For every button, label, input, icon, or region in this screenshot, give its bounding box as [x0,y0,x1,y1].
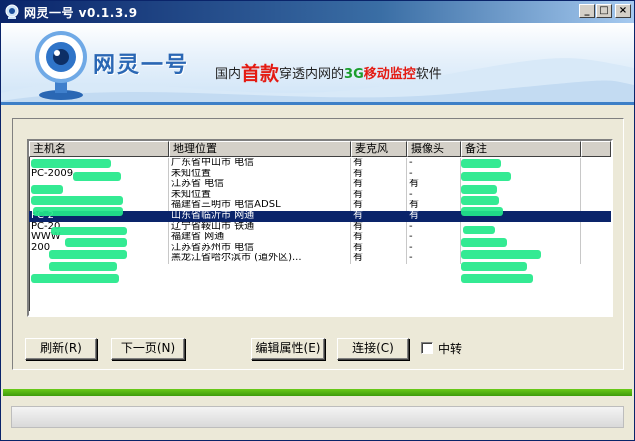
cell-camera: - [407,158,461,169]
redaction-mark [461,274,533,283]
redaction-mark [49,250,127,259]
cell-camera: 有 [407,179,461,190]
minimize-button[interactable]: _ [579,4,595,18]
column-header-note[interactable]: 备注 [461,141,581,157]
app-icon [5,4,19,19]
redaction-mark [73,172,121,181]
window-controls: _ □ × [579,4,631,18]
redaction-mark [461,159,501,168]
redaction-mark [461,185,497,194]
banner-logo-text: 网灵一号 [93,53,190,78]
redaction-mark [461,262,527,271]
connect-button[interactable]: 连接(C) [337,338,409,360]
cell-camera: - [407,232,461,243]
column-header-location[interactable]: 地理位置 [169,141,351,157]
cell-mic: 有 [351,221,407,233]
footer-divider [3,389,632,396]
redaction-mark [65,238,127,247]
banner-slogan: 国内首款穿透内网的3G移动监控软件 [215,59,442,86]
window-title: 网灵一号 v0.1.3.9 [24,5,138,20]
slogan-part-6: 软件 [415,67,442,82]
relay-checkbox[interactable] [421,342,433,354]
main-window: 网灵一号 v0.1.3.9 _ □ × 网灵一号 国内首款穿透内网的3G移动监控… [0,0,635,441]
column-header-mic[interactable]: 麦克风 [351,141,407,157]
slogan-part-3: 穿透内网的 [279,67,345,82]
refresh-button[interactable]: 刷新(R) [25,338,97,360]
cell-filler [581,158,611,169]
cell-location: 黑龙江省哈尔滨市 (道外区)... [169,253,351,264]
cell-location: 未知位置 [169,189,351,201]
cell-camera: - [407,189,461,201]
column-header-camera[interactable]: 摄像头 [407,141,461,157]
cell-location: 广东省中山市 电信 [169,158,351,169]
cell-mic: 有 [351,168,407,180]
cell-camera: 有 [407,210,461,222]
cell-camera: - [407,221,461,233]
cell-location: 江苏省 电信 [169,179,351,190]
cell-filler [581,232,611,243]
redaction-mark [31,274,119,283]
cell-filler [581,169,611,180]
redaction-mark [461,207,503,216]
list-header: 主机名 地理位置 麦克风 摄像头 备注 [29,141,611,157]
next-page-button[interactable]: 下一页(N) [111,338,185,360]
title-bar[interactable]: 网灵一号 v0.1.3.9 _ □ × [1,1,634,23]
cell-filler [581,179,611,190]
cell-mic: 有 [351,232,407,243]
slogan-part-2: 首款 [241,63,280,85]
maximize-button[interactable]: □ [596,4,612,18]
redaction-mark [31,196,123,205]
cell-location: 江苏省苏州市 电信 [169,242,351,254]
close-button[interactable]: × [615,4,631,18]
cell-mic: 有 [351,200,407,211]
banner: 网灵一号 国内首款穿透内网的3G移动监控软件 [1,23,634,105]
redaction-mark [461,250,541,259]
cell-camera: - [407,242,461,254]
status-bar [11,406,624,428]
cell-mic: 有 [351,242,407,254]
cell-location: 辽宁省鞍山市 铁通 [169,221,351,233]
cell-mic: 有 [351,253,407,264]
column-header-filler [581,141,611,157]
cell-filler [581,190,611,201]
slogan-part-5: 移动监控 [363,67,416,82]
cell-mic: 有 [351,158,407,169]
slogan-part-4: 3G [344,67,364,82]
redaction-mark [461,196,499,205]
list-bottom-edge [29,311,611,315]
cell-camera: 有 [407,200,461,211]
cell-location: 山东省临沂市 网通 [169,210,351,222]
webcam-logo-icon [35,31,87,100]
cell-camera: - [407,168,461,180]
table-row[interactable]: 广东省中山市 电信有 - [29,158,611,169]
cell-camera: - [407,253,461,264]
cell-filler [581,211,611,222]
cell-location: 未知位置 [169,168,351,180]
relay-checkbox-label: 中转 [438,342,463,356]
cell-filler [581,243,611,254]
redaction-mark [49,262,117,271]
cell-location: 福建省三明市 电信ADSL [169,200,351,211]
redaction-mark [51,227,127,235]
cell-mic: 有 [351,189,407,201]
redaction-mark [461,238,507,247]
cell-mic: 有 [351,179,407,190]
column-header-host[interactable]: 主机名 [29,141,169,157]
redaction-mark [33,207,123,216]
cell-mic: 有 [351,210,407,222]
slogan-part-1: 国内 [215,67,242,82]
cell-filler [581,253,611,264]
redaction-mark [463,226,495,234]
cell-filler [581,200,611,211]
edit-properties-button[interactable]: 编辑属性(E) [251,338,325,360]
redaction-mark [31,185,63,194]
cell-filler [581,222,611,233]
cell-location: 福建省 网通 [169,232,351,243]
redaction-mark [31,159,111,168]
redaction-mark [461,172,511,181]
